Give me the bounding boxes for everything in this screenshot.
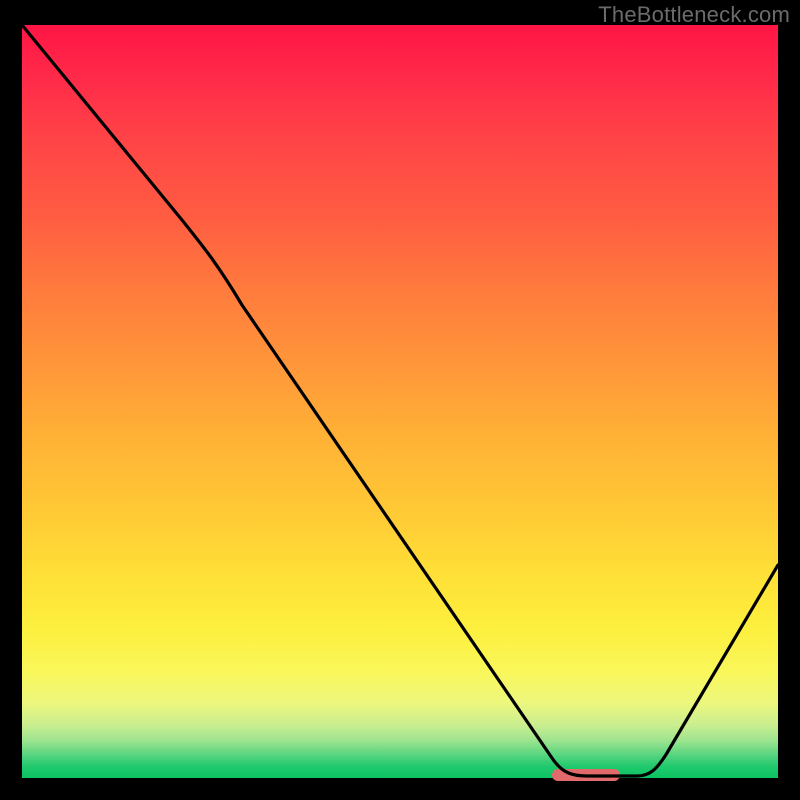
chart-container: TheBottleneck.com xyxy=(0,0,800,800)
curve-path xyxy=(22,25,778,776)
plot-area xyxy=(22,25,778,778)
watermark-text: TheBottleneck.com xyxy=(598,2,790,28)
bottleneck-curve xyxy=(22,25,778,778)
